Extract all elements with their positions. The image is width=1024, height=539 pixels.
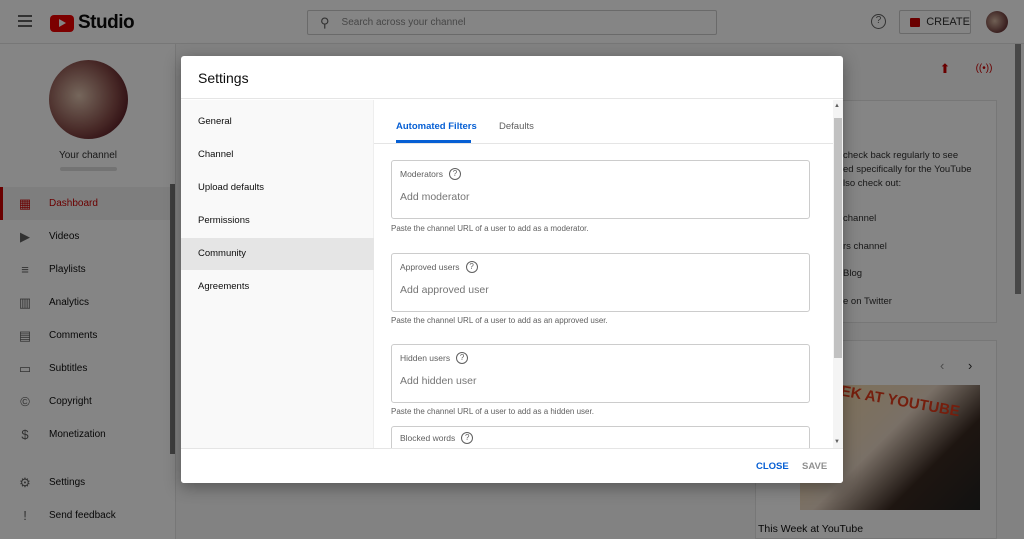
hidden-users-input[interactable] xyxy=(400,375,800,387)
settings-nav-upload-defaults[interactable]: Upload defaults xyxy=(181,172,374,204)
settings-nav: General Channel Upload defaults Permissi… xyxy=(181,100,374,448)
settings-nav-agreements[interactable]: Agreements xyxy=(181,271,374,303)
settings-nav-permissions[interactable]: Permissions xyxy=(181,205,374,237)
community-settings: Automated Filters Defaults Moderators? P… xyxy=(374,100,843,448)
close-button[interactable]: CLOSE xyxy=(756,461,789,472)
settings-nav-general[interactable]: General xyxy=(181,106,374,138)
hidden-users-help: Paste the channel URL of a user to add a… xyxy=(391,407,594,416)
settings-nav-community[interactable]: Community xyxy=(181,238,374,270)
moderators-help: Paste the channel URL of a user to add a… xyxy=(391,224,589,233)
blocked-words-field[interactable]: Blocked words? xyxy=(391,426,810,448)
help-icon[interactable]: ? xyxy=(449,168,461,180)
help-icon[interactable]: ? xyxy=(456,352,469,364)
moderators-input[interactable] xyxy=(400,191,800,203)
hidden-users-field[interactable]: Hidden users? xyxy=(391,344,810,403)
moderators-field[interactable]: Moderators? xyxy=(391,160,810,219)
help-icon[interactable]: ? xyxy=(465,261,478,273)
dialog-title: Settings xyxy=(198,70,249,86)
blocked-words-label: Blocked words xyxy=(400,433,456,443)
scroll-down-icon[interactable]: ▼ xyxy=(834,439,840,445)
tab-defaults[interactable]: Defaults xyxy=(499,121,534,132)
help-icon[interactable]: ? xyxy=(461,432,474,444)
approved-users-help: Paste the channel URL of a user to add a… xyxy=(391,316,608,325)
tab-automated-filters[interactable]: Automated Filters xyxy=(396,121,477,132)
settings-dialog: Settings General Channel Upload defaults… xyxy=(181,56,843,483)
settings-nav-channel[interactable]: Channel xyxy=(181,139,374,171)
approved-users-field[interactable]: Approved users? xyxy=(391,253,810,312)
approved-users-input[interactable] xyxy=(400,284,800,296)
dialog-scrollbar-thumb[interactable] xyxy=(834,118,842,358)
save-button[interactable]: SAVE xyxy=(802,461,827,472)
scroll-up-icon[interactable]: ▲ xyxy=(834,103,840,109)
